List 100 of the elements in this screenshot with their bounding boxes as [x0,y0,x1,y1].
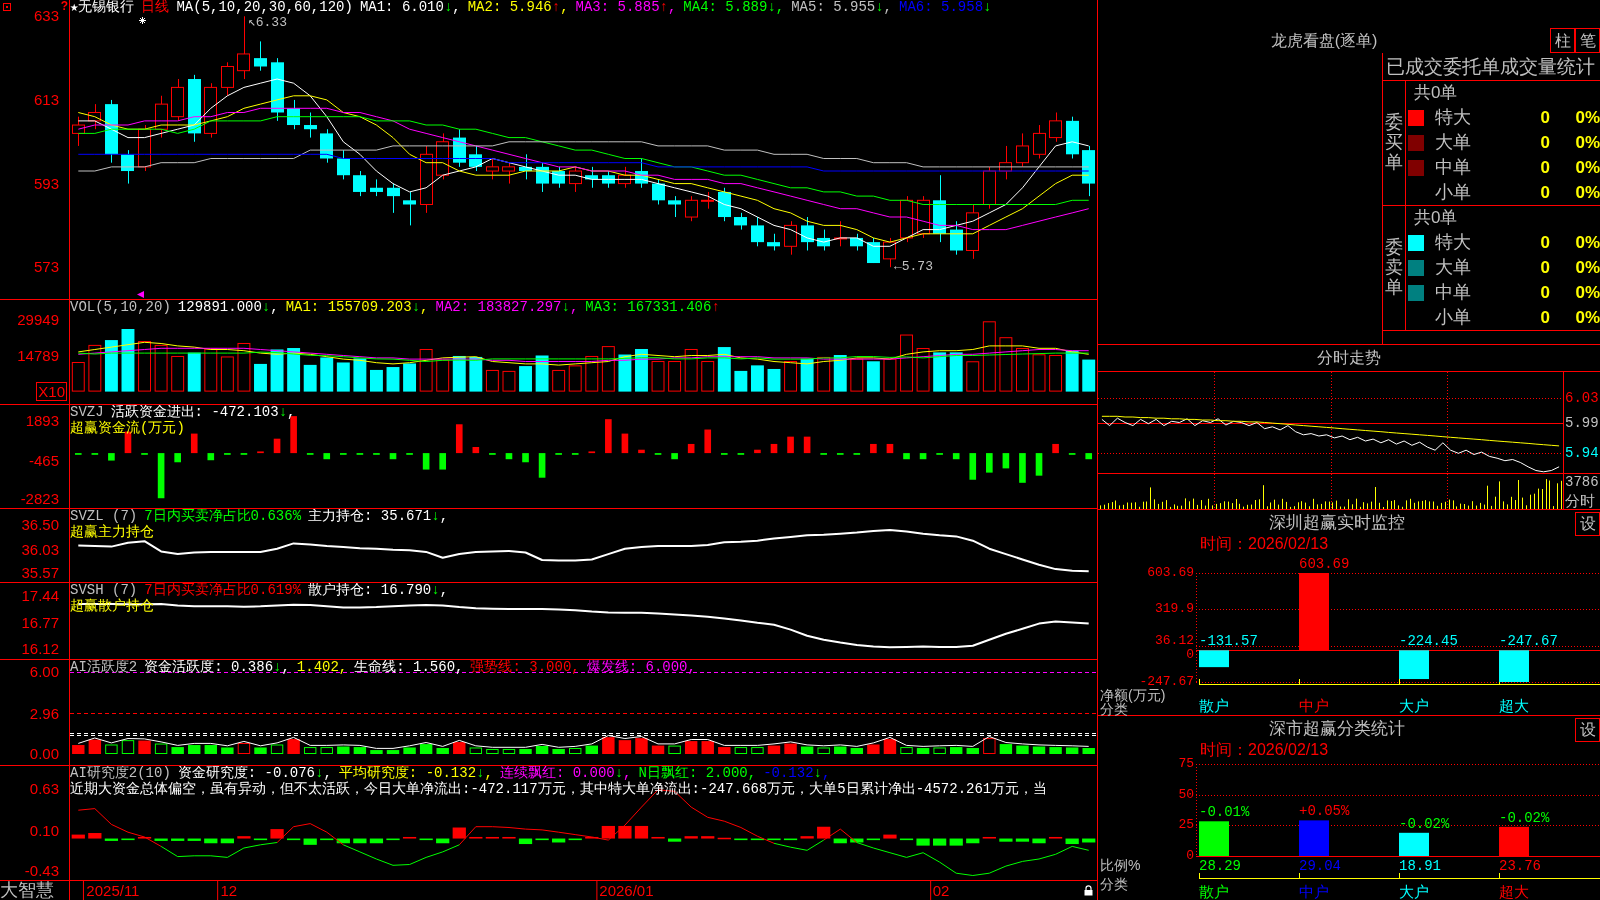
view-toggle-button[interactable]: 笔 [1575,28,1600,53]
fund-flow-bar [687,443,695,454]
research-bar [1032,838,1046,844]
volume-bar [1032,354,1046,392]
candlestick [602,170,615,189]
volume-bar [684,349,698,392]
activity-bar [883,739,897,754]
candlestick [635,158,648,189]
volume-bar [734,370,748,392]
price-extreme-label: ↖6.33 [247,15,287,31]
fund-flow-bar [986,453,993,473]
fund-flow-bar [273,438,281,454]
fund-flow-bar [422,453,430,470]
axis-label: 5.94 [1565,445,1599,462]
volume-bar [817,356,831,392]
order-percent: 0% [1575,307,1600,327]
date-label: 02 [929,881,950,900]
activity-bar [204,745,217,754]
activity-bar [105,744,118,754]
order-count: 0 [1540,107,1550,127]
volume-bar [370,369,383,392]
activity-bar [950,747,963,754]
activity-bar [983,738,996,754]
candlestick [652,178,665,205]
volume-max-label: 3786 [1565,474,1599,490]
order-side-label: 委卖单 [1385,238,1403,298]
settings-button[interactable]: 设 [1575,512,1600,536]
order-count: 0 [1540,132,1550,152]
candlestick [221,61,234,97]
change-label: -0.02% [1399,815,1450,832]
activity-bar [370,750,383,754]
activity-bar [784,743,797,754]
fund-flow-bar [638,449,645,454]
volume-bar [171,355,185,392]
panel-title: 龙虎看盘(逐单) [1270,30,1378,51]
research-bar [535,838,549,841]
activity-bar [1016,745,1029,754]
indicator-text: MA3: 5.885↑, [575,0,677,15]
volume-bar [767,368,781,392]
fund-flow-bar [952,453,960,460]
research-bar [585,836,599,839]
fund-flow-bar [1085,453,1093,460]
indicator-text: MA3: 167331.406↑ [585,300,720,315]
order-total: 共0单 [1414,208,1458,228]
indicator-text: MA(5,10,20,30,60,120) [176,0,353,15]
volume-bar [403,363,417,392]
axis-label: 36.12 [1155,633,1194,648]
candlestick [569,166,582,193]
order-percent: 0% [1575,257,1600,277]
volume-bar [287,348,301,392]
volume-bar [154,344,168,392]
candlestick [105,99,118,164]
volume-bar [88,344,102,392]
category-label: 中户 [1299,697,1329,714]
research-bar [767,838,781,841]
volume-bar [303,364,317,392]
activity-bar [585,745,598,754]
research-bar [949,838,963,846]
axis-label: 16.12 [21,639,59,658]
research-bar [137,836,152,839]
ratio-bar [1299,820,1329,856]
axis-label: 29949 [17,310,59,329]
indicator-text: MA1: 6.010↓, [359,0,461,15]
order-size-label: 中单 [1435,156,1471,177]
lock-icon [1084,885,1093,896]
activity-bar [188,745,201,754]
research-bar [369,838,384,844]
fund-flow-bar [190,433,198,454]
candlestick [88,103,101,130]
candlestick [337,149,350,180]
bar-value-label: -224.45 [1399,633,1458,650]
candlestick [933,174,946,243]
research-bar [336,838,350,844]
volume-bar [386,367,400,392]
axis-title: 净额(万元) [1100,688,1166,702]
candlestick [867,237,880,264]
volume-bar [850,358,864,392]
brand-name: 大智慧 [0,881,54,900]
research-bar [171,838,185,841]
ratio-bar [1199,821,1229,856]
research-bar [684,836,698,839]
view-toggle-button[interactable]: 柱 [1550,28,1575,53]
activity-bar [221,747,234,754]
fund-flow-bar [704,429,712,454]
volume-bar [651,361,665,392]
research-bar [303,838,317,845]
axis-label: 573 [33,258,59,277]
volume-bar [1082,359,1096,392]
research-bar [966,838,980,844]
table-title: 已成交委托单成交量统计 [1386,54,1595,79]
research-bar [154,838,168,841]
settings-button[interactable]: 设 [1575,718,1600,742]
fund-flow-bar [588,451,596,454]
research-bar [717,837,731,840]
date-label: 2025/11 [83,881,140,900]
axis-label: 0.63 [29,779,59,798]
activity-bar [718,747,731,754]
research-bar [800,836,814,839]
volume-bar [204,348,218,392]
activity-bar [916,748,930,754]
